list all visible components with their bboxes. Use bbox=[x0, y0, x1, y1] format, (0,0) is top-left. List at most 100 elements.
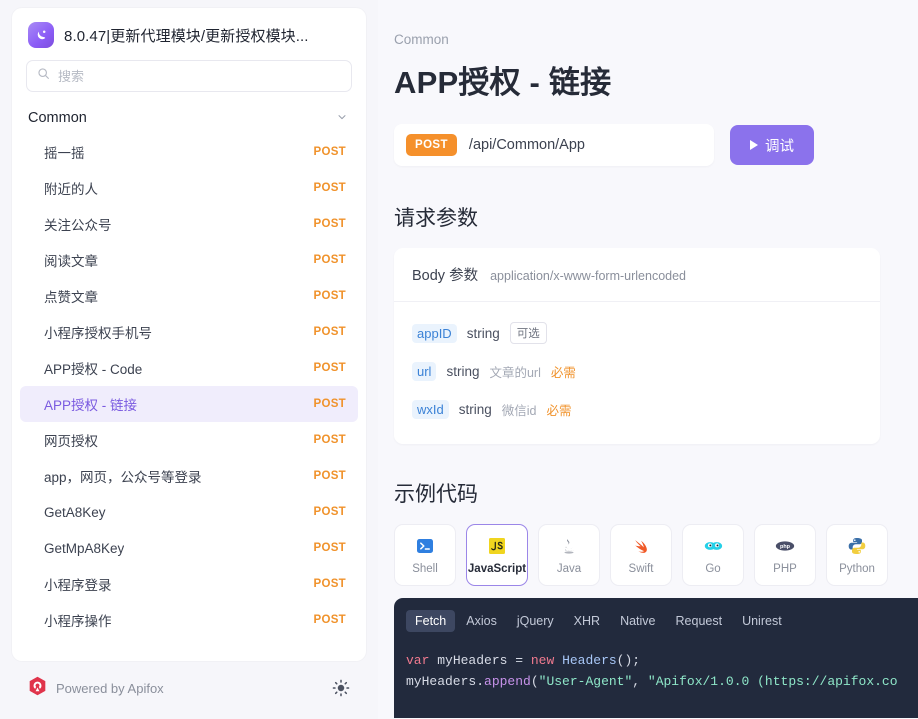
sidebar-panel: 8.0.47|更新代理模块/更新授权模块... Common bbox=[12, 8, 366, 661]
language-tab-label: PHP bbox=[773, 563, 797, 575]
api-item-label: 摇一摇 bbox=[44, 142, 85, 162]
code-card: FetchAxiosjQueryXHRNativeRequestUnirest … bbox=[394, 598, 918, 718]
endpoint-path: /api/Common/App bbox=[469, 137, 585, 153]
api-list-item[interactable]: GetMpA8KeyPOST bbox=[20, 530, 358, 566]
code-client-tab-request[interactable]: Request bbox=[667, 610, 732, 632]
language-tab-java[interactable]: Java bbox=[538, 524, 600, 586]
language-tab-label: Go bbox=[705, 563, 720, 575]
api-item-method: POST bbox=[313, 182, 346, 194]
api-list-item[interactable]: 小程序操作POST bbox=[20, 602, 358, 638]
main-content: Common APP授权 - 链接 POST /api/Common/App 调… bbox=[378, 0, 918, 719]
code-block[interactable]: var myHeaders = new Headers(); myHeaders… bbox=[394, 632, 918, 692]
api-list-item[interactable]: APP授权 - 链接 POST bbox=[20, 386, 358, 422]
breadcrumb[interactable]: Common bbox=[394, 32, 918, 47]
api-item-label: 小程序授权手机号 bbox=[44, 322, 152, 342]
api-item-method: POST bbox=[313, 362, 346, 374]
code-client-tab-unirest[interactable]: Unirest bbox=[733, 610, 791, 632]
endpoint-box[interactable]: POST /api/Common/App bbox=[394, 124, 714, 166]
code-client-tab-jquery[interactable]: jQuery bbox=[508, 610, 563, 632]
sample-section-title: 示例代码 bbox=[394, 478, 918, 508]
search-input[interactable] bbox=[58, 69, 341, 84]
params-header: Body 参数 application/x-www-form-urlencode… bbox=[394, 248, 880, 302]
php-icon: php bbox=[774, 535, 796, 557]
api-item-label: 附近的人 bbox=[44, 178, 98, 198]
language-tab-swift[interactable]: Swift bbox=[610, 524, 672, 586]
api-item-label: APP授权 - Code bbox=[44, 358, 142, 378]
code-client-tab-native[interactable]: Native bbox=[611, 610, 664, 632]
debug-button-label: 调试 bbox=[765, 135, 794, 156]
content-type-label: application/x-www-form-urlencoded bbox=[490, 269, 686, 283]
debug-button[interactable]: 调试 bbox=[730, 125, 814, 165]
python-icon bbox=[846, 535, 868, 557]
api-list-item[interactable]: 附近的人 POST bbox=[20, 170, 358, 206]
language-tab-shell[interactable]: Shell bbox=[394, 524, 456, 586]
api-list-item[interactable]: app，网页，公众号等登录 POST bbox=[20, 458, 358, 494]
language-tab-go[interactable]: Go bbox=[682, 524, 744, 586]
api-item-method: POST bbox=[313, 614, 346, 626]
param-type: string bbox=[459, 402, 492, 417]
language-tab-javascript[interactable]: JavaScript bbox=[466, 524, 528, 586]
api-item-method: POST bbox=[313, 470, 346, 482]
brightness-sun-icon[interactable] bbox=[332, 679, 350, 697]
code-client-tab-xhr[interactable]: XHR bbox=[565, 610, 609, 632]
api-list-item[interactable]: 阅读文章POST bbox=[20, 242, 358, 278]
api-item-method: POST bbox=[313, 578, 346, 590]
api-list-item[interactable]: APP授权 - Code POST bbox=[20, 350, 358, 386]
powered-by-label: Powered by Apifox bbox=[56, 681, 164, 696]
api-item-method: POST bbox=[313, 506, 346, 518]
language-tab-python[interactable]: Python bbox=[826, 524, 888, 586]
code-client-tab-fetch[interactable]: Fetch bbox=[406, 610, 455, 632]
language-tab-label: Swift bbox=[629, 563, 654, 575]
powered-by[interactable]: Powered by Apifox bbox=[28, 676, 164, 701]
param-required-tag: 必需 bbox=[546, 400, 571, 419]
api-item-method: POST bbox=[313, 254, 346, 266]
api-item-label: APP授权 - 链接 bbox=[44, 394, 137, 414]
api-item-method: POST bbox=[313, 326, 346, 338]
go-icon bbox=[702, 535, 724, 557]
param-type: string bbox=[467, 326, 500, 341]
api-list-item[interactable]: 网页授权POST bbox=[20, 422, 358, 458]
main-pad: Common APP授权 - 链接 POST /api/Common/App 调… bbox=[378, 32, 918, 586]
language-tab-label: Java bbox=[557, 563, 581, 575]
api-list-item[interactable]: 小程序授权手机号 POST bbox=[20, 314, 358, 350]
body-params-label: Body 参数 bbox=[412, 264, 478, 285]
api-item-method: POST bbox=[313, 398, 346, 410]
endpoint-row: POST /api/Common/App 调试 bbox=[394, 124, 918, 166]
api-item-method: POST bbox=[313, 218, 346, 230]
chevron-down-icon[interactable] bbox=[336, 111, 348, 126]
param-description: 文章的url bbox=[489, 362, 540, 381]
api-item-label: 关注公众号 bbox=[44, 214, 112, 234]
api-list-item[interactable]: GetA8Key POST bbox=[20, 494, 358, 530]
api-list-item[interactable]: 小程序登录 POST bbox=[20, 566, 358, 602]
sidebar: 8.0.47|更新代理模块/更新授权模块... Common bbox=[0, 0, 378, 719]
api-item-label: app，网页，公众号等登录 bbox=[44, 466, 202, 486]
app-root: 8.0.47|更新代理模块/更新授权模块... Common bbox=[0, 0, 918, 719]
param-optional-tag: 可选 bbox=[510, 322, 547, 344]
request-section-title: 请求参数 bbox=[394, 202, 918, 232]
sidebar-footer: Powered by Apifox bbox=[12, 667, 366, 709]
api-item-label: 小程序登录 bbox=[44, 574, 112, 594]
brand-title: 8.0.47|更新代理模块/更新授权模块... bbox=[64, 25, 309, 46]
sidebar-group-label: Common bbox=[28, 110, 87, 126]
api-list-item[interactable]: 摇一摇POST bbox=[20, 134, 358, 170]
javascript-icon bbox=[486, 535, 508, 557]
api-item-method: POST bbox=[313, 290, 346, 302]
param-name: appID bbox=[412, 324, 457, 343]
page-title: APP授权 - 链接 bbox=[394, 57, 918, 102]
language-tab-label: Python bbox=[839, 563, 875, 575]
param-name: url bbox=[412, 362, 436, 381]
method-badge: POST bbox=[406, 134, 457, 156]
code-client-tab-axios[interactable]: Axios bbox=[457, 610, 506, 632]
api-list-item[interactable]: 关注公众号 POST bbox=[20, 206, 358, 242]
api-list-item[interactable]: 点赞文章POST bbox=[20, 278, 358, 314]
api-item-method: POST bbox=[313, 542, 346, 554]
api-item-method: POST bbox=[313, 434, 346, 446]
api-item-label: GetA8Key bbox=[44, 505, 106, 520]
search-box[interactable] bbox=[26, 60, 352, 92]
param-row: wxIdstring微信id必需 bbox=[412, 390, 862, 428]
params-card: Body 参数 application/x-www-form-urlencode… bbox=[394, 248, 880, 444]
language-tab-php[interactable]: php PHP bbox=[754, 524, 816, 586]
param-description: 微信id bbox=[502, 400, 537, 419]
sidebar-group-common[interactable]: Common bbox=[12, 102, 366, 134]
params-body: appIDstring可选urlstring文章的url必需wxIdstring… bbox=[394, 302, 880, 444]
